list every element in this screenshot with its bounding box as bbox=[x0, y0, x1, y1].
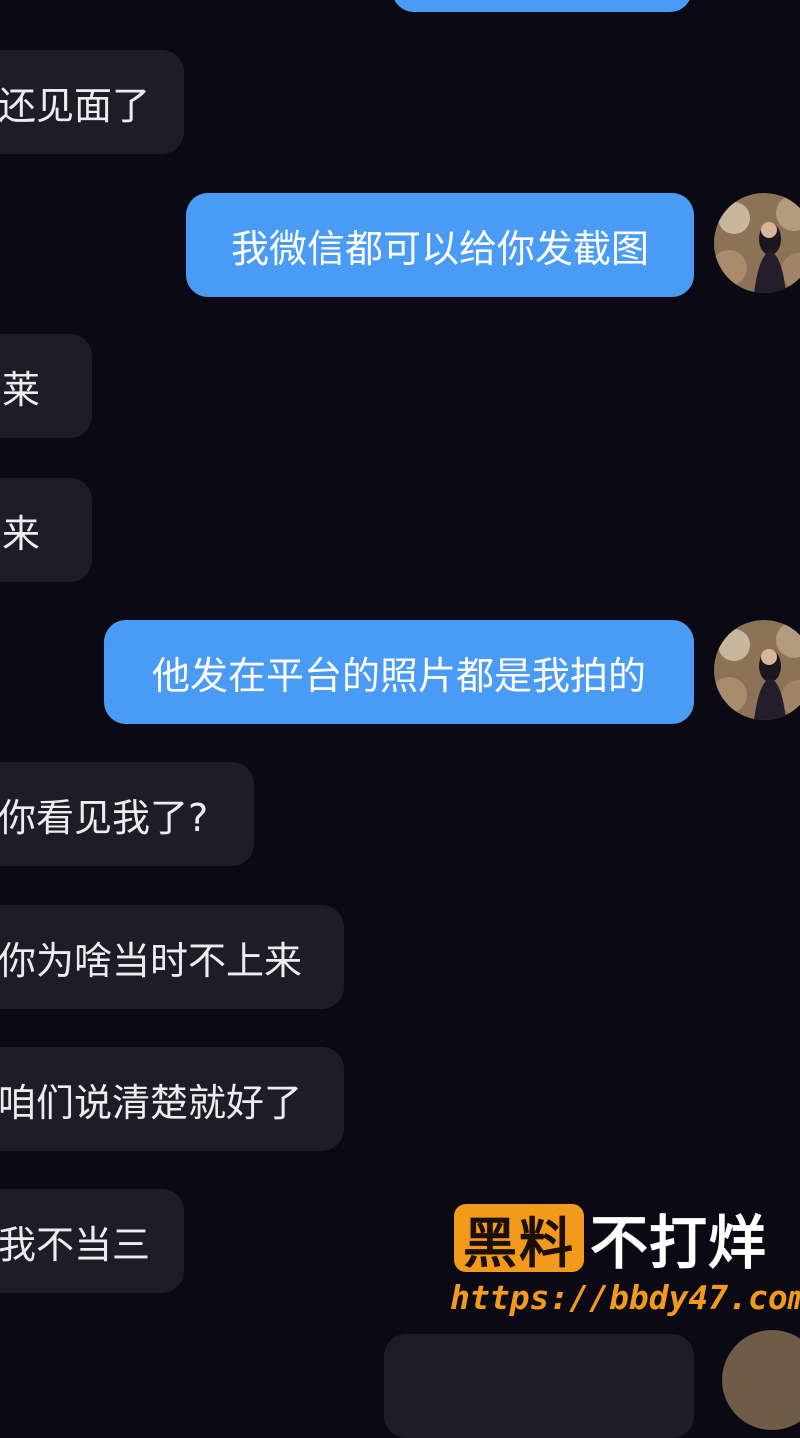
message-bubble-outgoing-partial[interactable] bbox=[392, 0, 692, 12]
watermark-title: 不打烊 bbox=[590, 1209, 768, 1277]
avatar[interactable] bbox=[722, 1330, 800, 1430]
chat-thread: 还见面了 我微信都可以给你发截图 莱 来 他发在平台的照片都是我拍的 你看见我了… bbox=[0, 0, 800, 1438]
message-bubble-incoming[interactable]: 还见面了 bbox=[0, 50, 184, 154]
message-bubble-incoming[interactable]: 你为啥当时不上来 bbox=[0, 905, 344, 1009]
message-text: 还见面了 bbox=[0, 83, 151, 128]
watermark: 黑料 不打烊 https://bbdy47.com bbox=[450, 1200, 800, 1320]
message-bubble-incoming[interactable]: 莱 bbox=[0, 334, 92, 438]
message-bubble-incoming[interactable]: 你看见我了? bbox=[0, 762, 254, 866]
message-text: 他发在平台的照片都是我拍的 bbox=[151, 653, 646, 698]
watermark-url: https://bbdy47.com bbox=[450, 1278, 800, 1317]
message-text: 来 bbox=[2, 511, 41, 556]
avatar-photo-icon bbox=[714, 193, 800, 293]
message-text: 莱 bbox=[2, 367, 41, 412]
message-bubble-incoming[interactable]: 咱们说清楚就好了 bbox=[0, 1047, 344, 1151]
message-bubble-outgoing[interactable]: 我微信都可以给你发截图 bbox=[186, 193, 694, 297]
message-text: 你看见我了? bbox=[0, 795, 209, 840]
avatar[interactable] bbox=[714, 193, 800, 293]
message-text: 你为啥当时不上来 bbox=[0, 938, 303, 983]
message-text: 我微信都可以给你发截图 bbox=[230, 226, 649, 271]
watermark-badge: 黑料 bbox=[454, 1204, 584, 1275]
avatar-photo-icon bbox=[714, 620, 800, 720]
avatar[interactable] bbox=[718, 0, 800, 6]
message-text: 我不当三 bbox=[0, 1222, 151, 1267]
avatar[interactable] bbox=[714, 620, 800, 720]
message-text: 咱们说清楚就好了 bbox=[0, 1080, 303, 1125]
message-bubble-outgoing-partial[interactable] bbox=[384, 1334, 694, 1438]
message-bubble-outgoing[interactable]: 他发在平台的照片都是我拍的 bbox=[104, 620, 694, 724]
message-bubble-incoming[interactable]: 来 bbox=[0, 478, 92, 582]
message-bubble-incoming[interactable]: 我不当三 bbox=[0, 1189, 184, 1293]
